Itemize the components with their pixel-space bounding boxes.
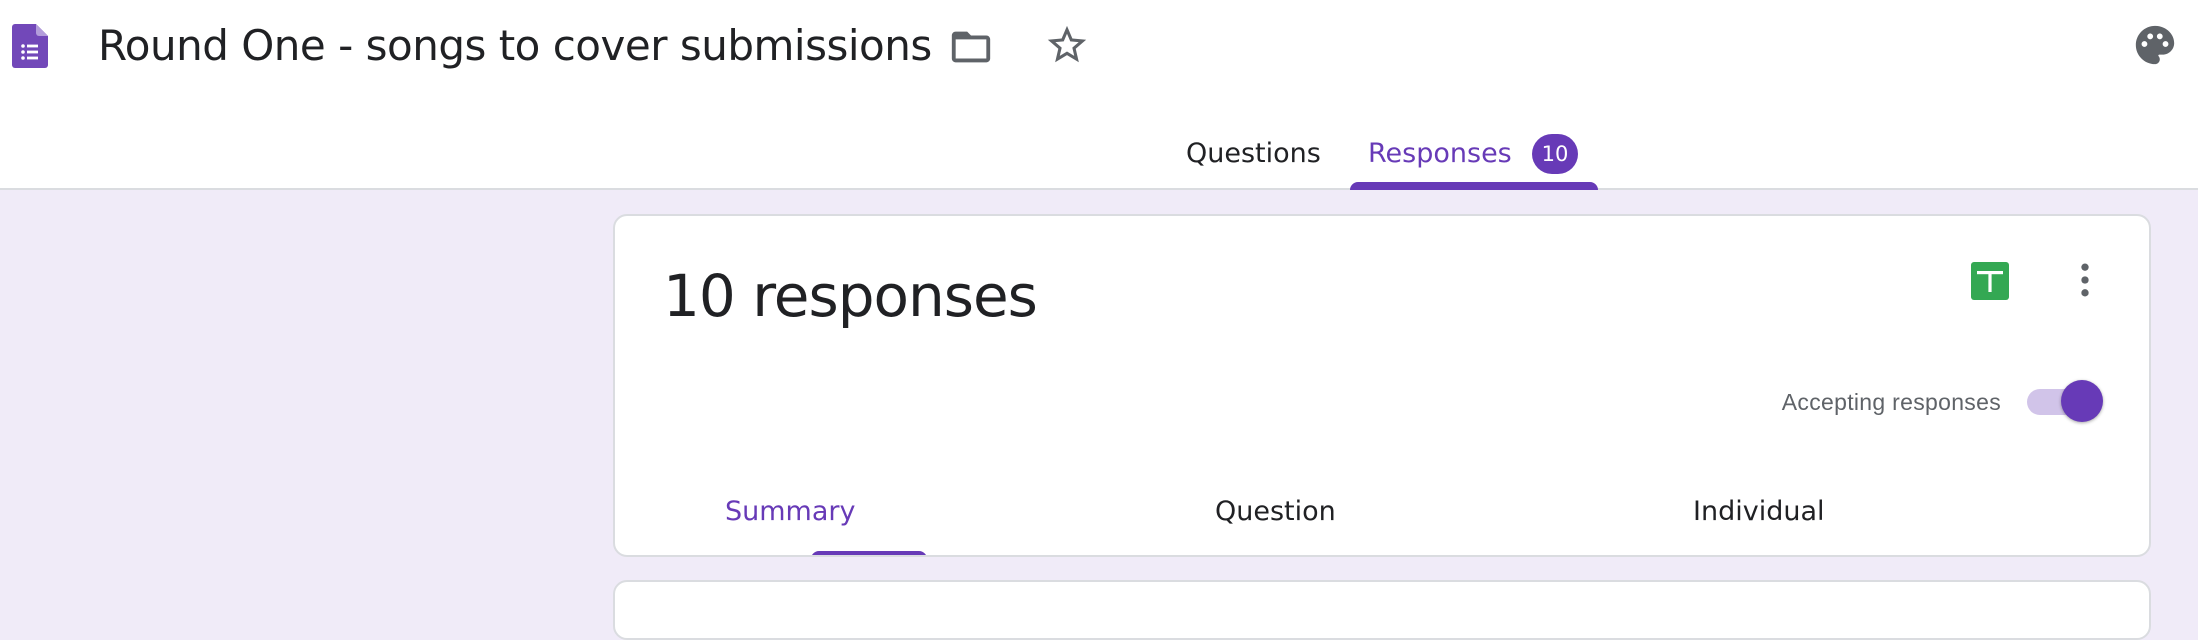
more-options-icon[interactable]	[2063, 258, 2107, 302]
accepting-responses-label: Accepting responses	[1781, 389, 2001, 415]
tab-responses[interactable]: Responses	[1368, 130, 1512, 178]
palette-icon[interactable]	[2132, 22, 2178, 68]
top-bar: Round One - songs to cover submissions Q…	[0, 0, 2198, 190]
subtab-individual[interactable]: Individual	[1693, 488, 1825, 536]
forms-logo-icon[interactable]	[12, 24, 48, 68]
active-subtab-indicator	[811, 551, 927, 555]
star-icon[interactable]	[1044, 22, 1090, 68]
responses-count-badge: 10	[1532, 134, 1578, 174]
form-title[interactable]: Round One - songs to cover submissions	[98, 18, 932, 74]
folder-icon[interactable]	[948, 24, 994, 70]
response-count-heading: 10 responses	[663, 262, 1038, 330]
responses-card: 10 responses Accepting responses Summary…	[613, 214, 2151, 557]
accepting-responses-toggle[interactable]	[2027, 378, 2105, 426]
tab-questions[interactable]: Questions	[1186, 130, 1321, 178]
active-tab-indicator	[1350, 182, 1598, 190]
summary-card	[613, 580, 2151, 640]
subtab-question[interactable]: Question	[1215, 488, 1336, 536]
toggle-knob	[2061, 380, 2103, 422]
sheets-icon[interactable]	[1971, 262, 2009, 300]
subtab-summary[interactable]: Summary	[725, 488, 855, 536]
